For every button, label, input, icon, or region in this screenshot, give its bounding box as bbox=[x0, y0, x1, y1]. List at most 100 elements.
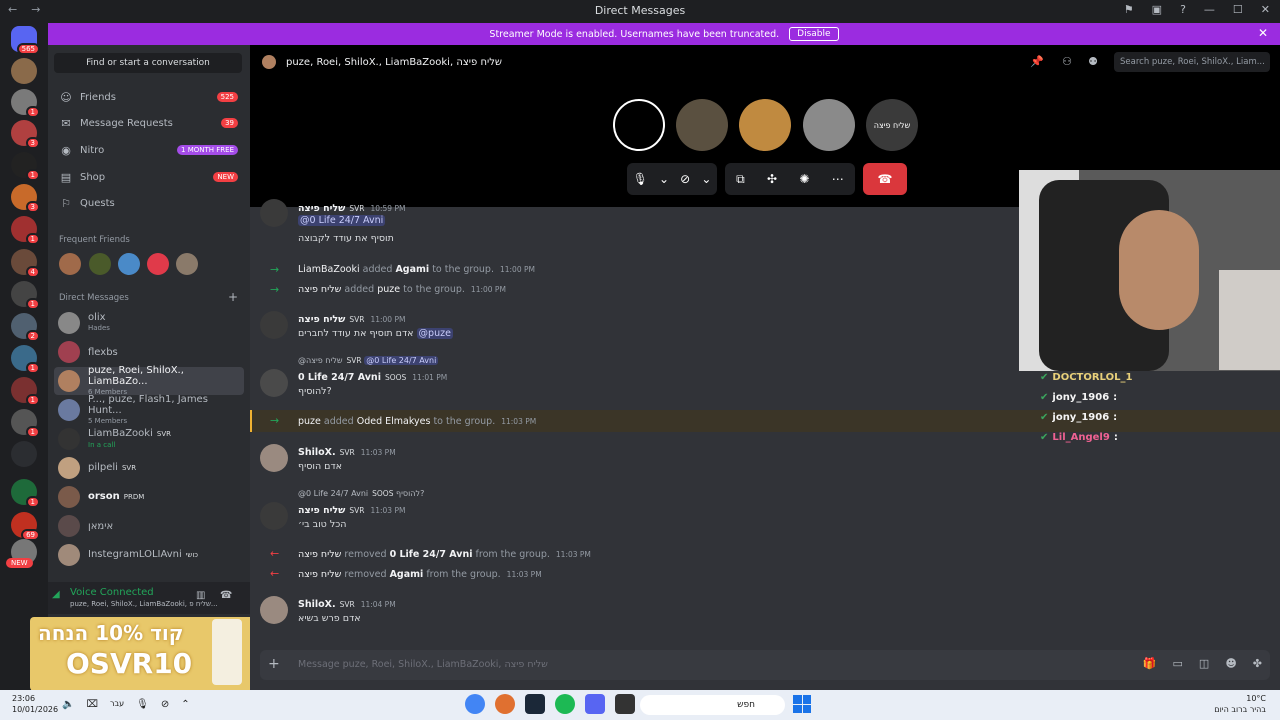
avatar[interactable] bbox=[260, 502, 288, 530]
monitor-icon[interactable]: ▣ bbox=[1152, 3, 1162, 16]
avatar[interactable] bbox=[260, 311, 288, 339]
dm-item-selected[interactable]: puze, Roei, ShiloX., LiamBaZo... 6 Member… bbox=[54, 365, 244, 396]
camera-off-icon[interactable]: ⊘ bbox=[680, 172, 690, 186]
server-icon[interactable]: 1 bbox=[11, 89, 40, 118]
add-friends-icon[interactable]: ⚇ bbox=[1062, 55, 1072, 68]
nav-shop[interactable]: ▤ Shop NEW bbox=[54, 165, 242, 189]
nav-message-requests[interactable]: ✉ Message Requests 39 bbox=[54, 111, 242, 135]
forward-arrow-icon[interactable]: → bbox=[31, 3, 40, 16]
message-composer[interactable]: + Message puze, Roei, ShiloX., LiamBaZoo… bbox=[260, 650, 1270, 680]
mic-icon[interactable]: 🎙 bbox=[136, 699, 149, 710]
server-icon[interactable]: 2 bbox=[11, 313, 40, 342]
call-participant-avatar[interactable] bbox=[803, 99, 855, 151]
disable-button[interactable]: Disable bbox=[789, 27, 839, 41]
volume-icon[interactable]: 🔈 bbox=[62, 699, 74, 710]
microphone-icon[interactable]: 🎙 bbox=[633, 172, 648, 186]
server-icon[interactable]: 1 bbox=[11, 281, 40, 310]
create-dm-icon[interactable]: + bbox=[228, 290, 238, 304]
inbox-icon[interactable]: ⚑ bbox=[1124, 3, 1134, 16]
terminal-icon[interactable] bbox=[615, 694, 635, 714]
call-participant-avatar[interactable] bbox=[613, 99, 665, 151]
gift-icon[interactable]: 🎁 bbox=[1143, 657, 1157, 670]
reply-preview[interactable]: @שליח פיצה SVR @0 Life 24/7 Avni bbox=[298, 356, 439, 365]
emoji-icon[interactable]: ☻ bbox=[1225, 657, 1236, 670]
disconnect-icon[interactable]: ☎ bbox=[220, 590, 232, 601]
avatar[interactable] bbox=[260, 199, 288, 227]
spotify-icon[interactable] bbox=[555, 694, 575, 714]
server-folder-icon[interactable] bbox=[11, 441, 37, 467]
chevron-up-icon[interactable]: ⌃ bbox=[181, 699, 189, 710]
find-conversation-button[interactable]: Find or start a conversation bbox=[54, 53, 242, 73]
frequent-friend-avatar[interactable] bbox=[147, 253, 169, 275]
close-button[interactable]: ✕ bbox=[1261, 3, 1270, 16]
pin-icon[interactable]: 📌 bbox=[1030, 55, 1044, 68]
frequent-friend-avatar[interactable] bbox=[118, 253, 140, 275]
reply-preview[interactable]: @0 Life 24/7 Avni SOOS להוסיף? bbox=[298, 489, 424, 498]
network-icon[interactable]: ⌧ bbox=[86, 699, 98, 710]
dm-item[interactable]: LiamBaZooki SVR In a call bbox=[54, 425, 244, 453]
chevron-down-icon[interactable]: ⌄ bbox=[659, 172, 669, 186]
call-participant-avatar[interactable] bbox=[676, 99, 728, 151]
avatar[interactable] bbox=[260, 369, 288, 397]
server-icon[interactable]: 4 bbox=[11, 249, 40, 278]
app-icon[interactable] bbox=[495, 694, 515, 714]
server-icon[interactable]: 1 bbox=[11, 377, 40, 406]
noise-icon[interactable]: ▥ bbox=[196, 590, 205, 601]
dm-item[interactable]: flexbs bbox=[54, 338, 244, 366]
chevron-down-icon[interactable]: ⌄ bbox=[701, 172, 711, 186]
back-arrow-icon[interactable]: ← bbox=[8, 3, 17, 16]
taskbar-search[interactable]: חפש bbox=[640, 695, 785, 715]
clock[interactable]: 23:06 10/01/2026 bbox=[12, 693, 58, 715]
server-icon[interactable]: 1 bbox=[11, 216, 40, 245]
home-button[interactable]: 565 bbox=[11, 26, 40, 55]
nav-nitro[interactable]: ◉ Nitro 1 MONTH FREE bbox=[54, 138, 242, 162]
more-icon[interactable]: ⋯ bbox=[832, 172, 844, 186]
soundboard-icon[interactable]: ✺ bbox=[799, 172, 809, 186]
call-participant-avatar[interactable]: שליח פיצה bbox=[866, 99, 918, 151]
discord-icon[interactable] bbox=[585, 694, 605, 714]
server-icon[interactable]: 69 bbox=[11, 512, 40, 541]
server-icon[interactable]: 1 bbox=[11, 152, 40, 181]
server-icon[interactable] bbox=[11, 58, 37, 84]
windows-start-icon[interactable] bbox=[793, 695, 811, 713]
avatar[interactable] bbox=[260, 444, 288, 472]
message-mention[interactable]: @0 Life 24/7 Avni bbox=[298, 215, 386, 226]
add-attachment-icon[interactable]: + bbox=[268, 656, 280, 672]
dm-item[interactable]: P..., puze, Flash1, James Hunt... 5 Membe… bbox=[54, 394, 244, 425]
hang-up-button[interactable]: ☎ bbox=[863, 163, 907, 195]
steam-icon[interactable] bbox=[525, 694, 545, 714]
frequent-friend-avatar[interactable] bbox=[59, 253, 81, 275]
minimize-button[interactable]: — bbox=[1204, 3, 1215, 16]
dm-item[interactable]: pilpeli SVR bbox=[54, 454, 244, 482]
close-banner-icon[interactable]: ✕ bbox=[1258, 26, 1268, 40]
dm-item[interactable]: אימאן bbox=[54, 512, 244, 540]
members-icon[interactable]: ⚉ bbox=[1088, 55, 1098, 68]
search-input[interactable]: Search puze, Roei, ShiloX., Liam... bbox=[1114, 52, 1270, 72]
server-icon[interactable]: 1 bbox=[11, 479, 40, 508]
frequent-friend-avatar[interactable] bbox=[176, 253, 198, 275]
dm-item[interactable]: InstegramLOLIAvni כושי bbox=[54, 541, 244, 569]
dm-item[interactable]: orson PRDM bbox=[54, 483, 244, 511]
sticker-icon[interactable]: ◫ bbox=[1199, 657, 1209, 670]
weather-widget[interactable]: 10°C בהיר ברוב היום bbox=[1214, 693, 1266, 715]
call-participant-avatar[interactable] bbox=[739, 99, 791, 151]
help-icon[interactable]: ? bbox=[1180, 3, 1186, 16]
server-icon[interactable]: 1 bbox=[11, 345, 40, 374]
gif-icon[interactable]: ▭ bbox=[1173, 657, 1183, 670]
nav-quests[interactable]: ⚐ Quests bbox=[54, 191, 242, 215]
server-icon[interactable]: 3 bbox=[11, 184, 40, 213]
voice-connected-panel[interactable]: ◢ Voice Connected puze, Roei, ShiloX., L… bbox=[48, 582, 250, 614]
activity-icon[interactable]: ✣ bbox=[767, 172, 777, 186]
apps-icon[interactable]: ✤ bbox=[1253, 657, 1262, 670]
dm-item[interactable]: olix Hades bbox=[54, 309, 244, 337]
frequent-friend-avatar[interactable] bbox=[89, 253, 111, 275]
avatar[interactable] bbox=[260, 596, 288, 624]
server-icon[interactable]: 1 bbox=[11, 409, 40, 438]
chrome-icon[interactable] bbox=[465, 694, 485, 714]
screen-share-icon[interactable]: ⧉ bbox=[736, 172, 745, 187]
nav-friends[interactable]: ☺ Friends 525 bbox=[54, 85, 242, 109]
maximize-button[interactable]: ☐ bbox=[1233, 3, 1243, 16]
language-indicator[interactable]: עבר bbox=[110, 699, 124, 710]
camera-icon[interactable]: ⊘ bbox=[161, 699, 169, 710]
server-icon[interactable]: 3 bbox=[11, 120, 40, 149]
